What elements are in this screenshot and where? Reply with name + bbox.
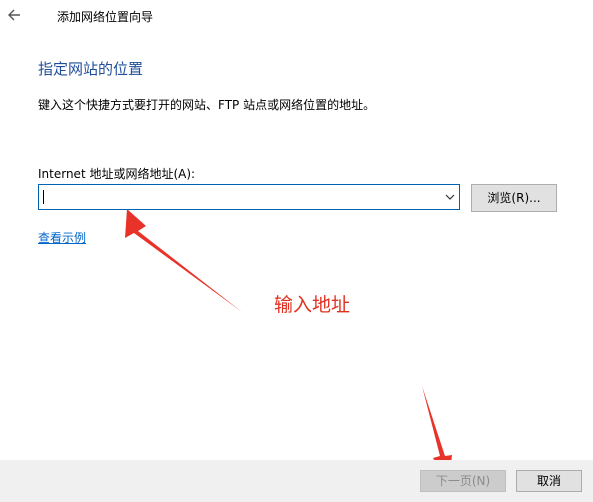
- annotation-arrows: [125, 209, 452, 484]
- annotation-label: 输入地址: [274, 294, 351, 316]
- cancel-button[interactable]: 取消: [516, 470, 582, 492]
- next-button[interactable]: 下一页(N): [420, 470, 506, 492]
- annotation-arrow-to-input: [125, 209, 242, 312]
